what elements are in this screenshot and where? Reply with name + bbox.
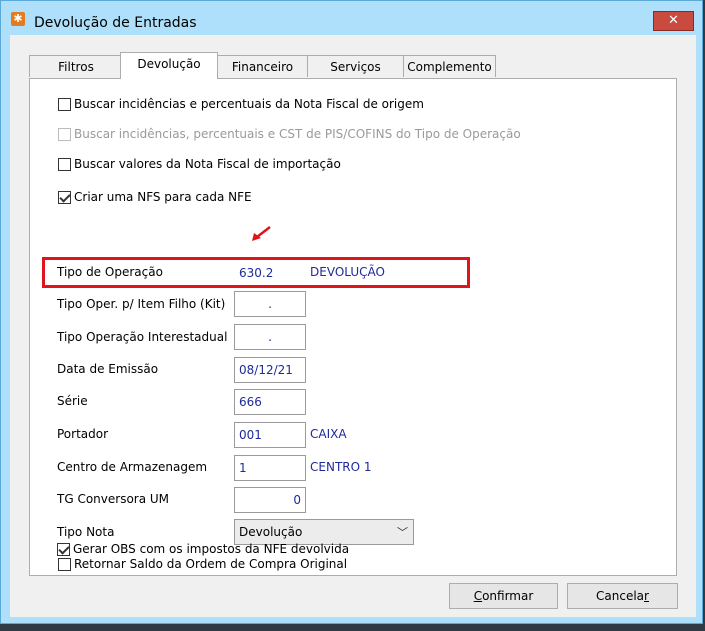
tab-label: Serviços (330, 60, 381, 74)
checkbox-criar-nfs-cada-nfe[interactable]: Criar uma NFS para cada NFE (58, 188, 252, 206)
tipo-op-interestadual-label: Tipo Operação Interestadual (57, 330, 228, 344)
portador-description: CAIXA (310, 427, 347, 441)
tab-label: Complemento (407, 60, 492, 74)
checkbox-box[interactable] (58, 557, 71, 571)
confirm-accelerator: C (473, 589, 483, 603)
checkbox-buscar-valores-importacao[interactable]: Buscar valores da Nota Fiscal de importa… (58, 155, 341, 173)
tg-conversora-label: TG Conversora UM (57, 492, 170, 506)
checkbox-label: Criar uma NFS para cada NFE (74, 190, 252, 204)
checkbox-label: Gerar OBS com os impostos da NFE devolvi… (73, 542, 350, 556)
red-arrow-annotation-icon (252, 226, 271, 241)
app-logo-icon: ✱ (11, 12, 25, 26)
dialog-window: ✱ Devolução de Entradas ✕ Filtros Devolu… (0, 0, 703, 624)
portador-label: Portador (57, 427, 109, 441)
tab-devolucao[interactable]: Devolução (120, 52, 218, 79)
cancel-button[interactable]: Cancelar (567, 583, 678, 609)
tab-label: Filtros (58, 60, 94, 74)
tab-financeiro[interactable]: Financeiro (217, 55, 308, 77)
tab-label: Devolução (137, 57, 201, 71)
checkbox-label: Retornar Saldo da Ordem de Compra Origin… (74, 557, 348, 571)
portador-input[interactable]: 001 (234, 422, 306, 448)
tipo-op-interestadual-input[interactable]: . (234, 324, 306, 350)
cancel-label: Cancela (596, 589, 645, 603)
dialog-client-area: Filtros Devolução Financeiro Serviços Co… (10, 35, 696, 617)
centro-armazenagem-input[interactable]: 1 (234, 455, 306, 481)
tipo-nota-selected-value: Devolução (239, 525, 303, 539)
highlight-box-annotation (42, 257, 470, 288)
tab-servicos[interactable]: Serviços (307, 55, 404, 77)
data-emissao-input[interactable]: 08/12/21 (234, 357, 306, 383)
tab-complemento[interactable]: Complemento (403, 55, 496, 77)
tipo-nota-label: Tipo Nota (57, 525, 115, 539)
confirm-button[interactable]: Confirmar (449, 583, 558, 609)
taskbar-strip (0, 624, 705, 631)
devolucao-panel: Buscar incidências e percentuais da Nota… (29, 78, 677, 576)
tab-filtros[interactable]: Filtros (29, 55, 123, 77)
serie-input[interactable]: 666 (234, 389, 306, 415)
tipo-oper-kit-label: Tipo Oper. p/ Item Filho (Kit) (57, 297, 226, 311)
confirm-label: onfirmar (482, 589, 534, 603)
checkbox-gerar-obs-impostos[interactable]: Gerar OBS com os impostos da NFE devolvi… (57, 540, 349, 558)
close-button[interactable]: ✕ (653, 11, 694, 31)
centro-armazenagem-label: Centro de Armazenagem (57, 460, 208, 474)
checkbox-box[interactable] (58, 190, 71, 204)
checkbox-box[interactable] (57, 542, 70, 556)
checkbox-buscar-incidencias-origem[interactable]: Buscar incidências e percentuais da Nota… (58, 95, 424, 113)
tg-conversora-input[interactable]: 0 (234, 487, 306, 513)
checkbox-label: Buscar valores da Nota Fiscal de importa… (74, 157, 341, 171)
checkbox-label: Buscar incidências, percentuais e CST de… (74, 127, 521, 141)
checkbox-buscar-cst-pis-cofins: Buscar incidências, percentuais e CST de… (58, 125, 521, 143)
checkbox-box[interactable] (58, 157, 71, 171)
title-bar[interactable]: ✱ Devolução de Entradas ✕ (1, 1, 702, 35)
serie-label: Série (57, 394, 88, 408)
centro-armazenagem-description: CENTRO 1 (310, 460, 372, 474)
checkbox-label: Buscar incidências e percentuais da Nota… (74, 97, 424, 111)
cancel-accelerator: r (644, 589, 649, 603)
data-emissao-label: Data de Emissão (57, 362, 159, 376)
tipo-oper-kit-input[interactable]: . (234, 291, 306, 317)
tab-label: Financeiro (231, 60, 294, 74)
chevron-down-icon: ﹀ (397, 526, 408, 539)
window-title: Devolução de Entradas (34, 15, 197, 31)
checkbox-box[interactable] (58, 97, 71, 111)
checkbox-box (58, 127, 71, 141)
